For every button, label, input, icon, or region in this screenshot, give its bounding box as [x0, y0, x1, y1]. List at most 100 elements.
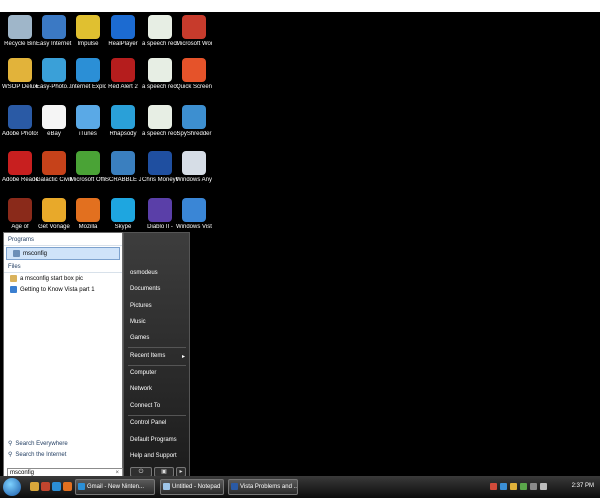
- desktop-icon[interactable]: Recycle Bin: [2, 15, 38, 55]
- desktop-icon[interactable]: Rhapsody: [105, 105, 141, 145]
- capture-icon: [182, 58, 206, 82]
- search-icon: ⚲: [8, 452, 13, 458]
- desktop-icon[interactable]: Red Alert 2: [105, 58, 141, 98]
- firefox-icon[interactable]: [63, 482, 72, 491]
- desktop-icon[interactable]: Internet Explorer: [70, 58, 106, 98]
- desktop-icon-label: Internet Explorer: [70, 84, 106, 90]
- desktop-icon-label: Red Alert 2: [108, 84, 138, 90]
- desktop-icon-label: Easy-Photo...: [36, 84, 72, 90]
- word-icon: [231, 483, 238, 490]
- search-everywhere-link[interactable]: ⚲ Search Everywhere: [8, 440, 68, 448]
- taskbar-task-button[interactable]: Untitled - Notepad: [160, 479, 224, 495]
- red-alert-icon: [111, 58, 135, 82]
- start-item-control-panel[interactable]: Control Panel: [130, 420, 166, 426]
- tray-icon[interactable]: [510, 483, 517, 490]
- internet-explorer-icon: [76, 58, 100, 82]
- desktop-icon[interactable]: WSOP Deluxe C...: [2, 58, 38, 98]
- desktop-icon[interactable]: a speech recogniti...: [142, 58, 178, 98]
- desktop-icon[interactable]: eBay: [36, 105, 72, 145]
- tray-icon[interactable]: [520, 483, 527, 490]
- start-menu-results-pane: Programs msconfig Files a msconfig start…: [3, 232, 123, 478]
- network-icon[interactable]: [530, 483, 537, 490]
- desktop-icon[interactable]: Easy Internet Services: [36, 15, 72, 55]
- tray-icon[interactable]: [500, 483, 507, 490]
- image-file-icon: [10, 275, 17, 282]
- show-desktop-icon[interactable]: [30, 482, 39, 491]
- firefox-icon: [76, 198, 100, 222]
- file-result-msconfig-pic[interactable]: a msconfig start box pic: [4, 273, 122, 284]
- desktop-icon[interactable]: Quick Screen Capture: [176, 58, 212, 98]
- recent-items-label: Recent Items: [130, 353, 166, 359]
- desktop-icon[interactable]: RealPlayer: [105, 15, 141, 55]
- realplayer-icon: [111, 15, 135, 39]
- vista-upgrade-icon: [182, 198, 206, 222]
- desktop-icon[interactable]: Galactic Civilizatio...: [36, 151, 72, 191]
- photo-icon: [42, 58, 66, 82]
- itunes-icon: [76, 105, 100, 129]
- start-item-help-and-support[interactable]: Help and Support: [130, 453, 177, 459]
- desktop-icon-label: Rhapsody: [109, 131, 137, 137]
- skype-icon: [111, 198, 135, 222]
- start-item-pictures[interactable]: Pictures: [130, 303, 152, 309]
- desktop-icon[interactable]: a speech recogniti...: [142, 105, 178, 145]
- desktop-icon-label: Adobe Photosh...: [2, 131, 38, 137]
- desktop-icon[interactable]: SpyShredder: [176, 105, 212, 145]
- desktop-icon-label: Skype: [114, 224, 132, 230]
- program-result-msconfig[interactable]: msconfig: [6, 247, 120, 260]
- search-internet-link[interactable]: ⚲ Search the Internet: [8, 451, 66, 459]
- screen: Recycle BinEasy Internet Services Impulse…: [0, 0, 600, 498]
- start-item-user[interactable]: osmodeus: [130, 270, 158, 276]
- desktop-icon[interactable]: Impulse: [70, 15, 106, 55]
- office-icon: [76, 151, 100, 175]
- volume-icon[interactable]: [540, 483, 547, 490]
- start-item-network[interactable]: Network: [130, 386, 152, 392]
- desktop-icon-label: SCRABBLE Journey: [105, 177, 141, 183]
- desktop-icon-label: Windows Vista U...: [176, 224, 212, 230]
- start-item-games[interactable]: Games: [130, 335, 149, 341]
- start-item-music[interactable]: Music: [130, 319, 146, 325]
- tray-icon[interactable]: [490, 483, 497, 490]
- photoshop-icon: [8, 105, 32, 129]
- desktop-icon[interactable]: Easy-Photo...: [36, 58, 72, 98]
- start-item-connect-to[interactable]: Connect To: [130, 403, 160, 409]
- desktop-icon-label: SpyShredder: [176, 131, 212, 137]
- file-result-getting-to-know-vista[interactable]: Getting to Know Vista part 1: [4, 284, 122, 295]
- desktop-icon[interactable]: Adobe Photosh...: [2, 105, 38, 145]
- desktop-icon-label: Diablo II -: [147, 224, 173, 230]
- start-item-recent-items[interactable]: Recent Items ▸: [130, 353, 185, 360]
- desktop-icon[interactable]: SCRABBLE Journey: [105, 151, 141, 191]
- file-result-label: a msconfig start box pic: [20, 275, 84, 282]
- programs-section-header: Programs: [4, 235, 122, 246]
- impulse-icon: [76, 15, 100, 39]
- file-result-label: Getting to Know Vista part 1: [20, 286, 95, 293]
- search-icon: ⚲: [8, 441, 13, 447]
- desktop-icon-label: a speech recogniti...: [142, 41, 178, 47]
- document-icon: [148, 15, 172, 39]
- start-item-default-programs[interactable]: Default Programs: [130, 437, 177, 443]
- start-item-documents[interactable]: Documents: [130, 286, 160, 292]
- desktop-icon[interactable]: Adobe Reader 8: [2, 151, 38, 191]
- taskbar-task-label: Vista Problems and ...: [240, 484, 298, 490]
- taskbar-task-button[interactable]: Vista Problems and ...: [228, 479, 298, 495]
- desktop-icon-label: RealPlayer: [108, 41, 138, 47]
- start-item-computer[interactable]: Computer: [130, 370, 156, 376]
- quick-launch-icon[interactable]: [41, 482, 50, 491]
- desktop-icon-label: Impulse: [77, 41, 99, 47]
- clock[interactable]: 2:37 PM: [572, 483, 594, 489]
- desktop-icon[interactable]: Microsoft Works: [176, 15, 212, 55]
- desktop-icon-label: Microsoft Office -...: [70, 177, 106, 183]
- desktop-icon[interactable]: Microsoft Office -...: [70, 151, 106, 191]
- start-menu-places-pane: osmodeus Documents Pictures Music Games …: [123, 232, 190, 478]
- desktop-icon[interactable]: Windows Anytim...: [176, 151, 212, 191]
- msconfig-icon: [13, 250, 20, 257]
- desktop-icon[interactable]: a speech recogniti...: [142, 15, 178, 55]
- document-icon: [148, 58, 172, 82]
- notepad-icon: [163, 483, 170, 490]
- start-menu-divider: [128, 365, 186, 366]
- desktop-icon[interactable]: Chris Moneymak...: [142, 151, 178, 191]
- program-result-label: msconfig: [23, 250, 48, 257]
- internet-explorer-icon[interactable]: [52, 482, 61, 491]
- desktop-icon[interactable]: iTunes: [70, 105, 106, 145]
- taskbar-task-button[interactable]: Gmail - New Ninten...: [75, 479, 155, 495]
- start-button[interactable]: [3, 478, 21, 496]
